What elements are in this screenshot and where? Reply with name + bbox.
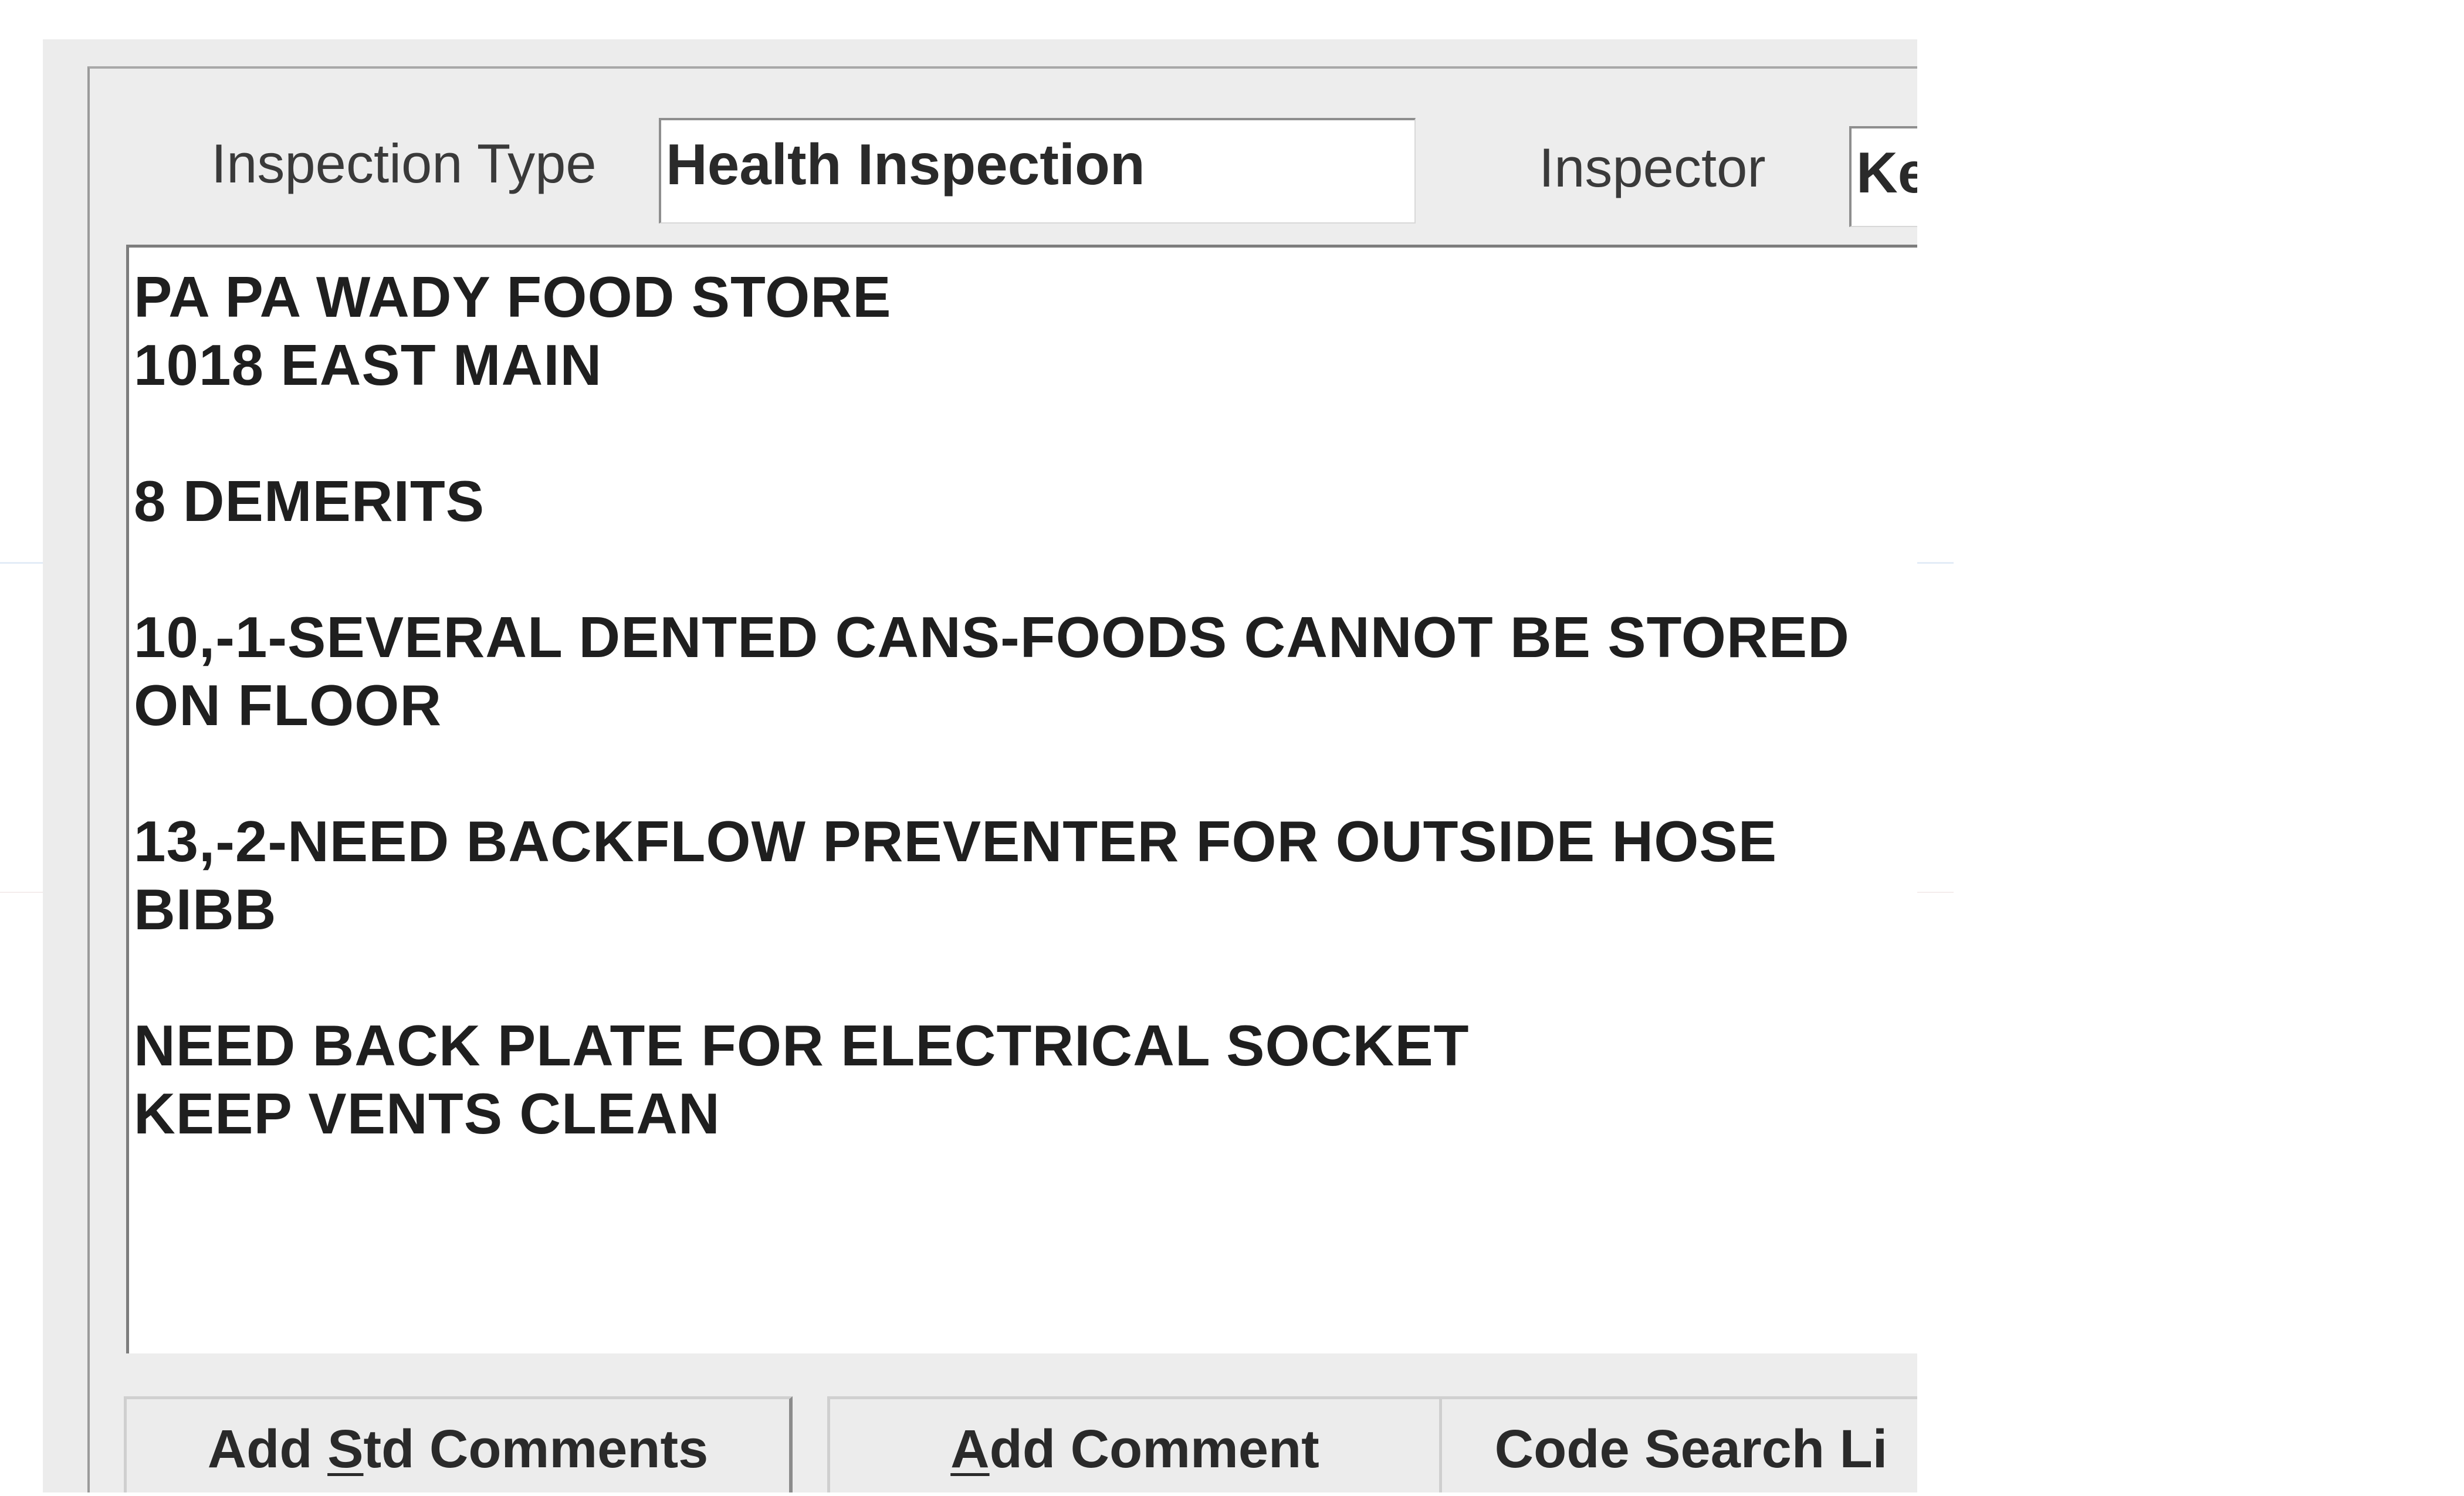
inspector-field[interactable]: Ke	[1849, 126, 1917, 227]
comment-line: NEED BACK PLATE FOR ELECTRICAL SOCKET	[134, 1013, 1470, 1078]
comment-line: BIBB	[134, 877, 277, 942]
comment-line: 10,-1-SEVERAL DENTED CANS-FOODS CANNOT B…	[134, 605, 1850, 669]
comment-line: 8 DEMERITS	[134, 469, 485, 533]
inspection-dialog: Inspection Type Health Inspection Inspec…	[43, 39, 1917, 1492]
comment-line: 13,-2-NEED BACKFLOW PREVENTER FOR OUTSID…	[134, 809, 1778, 874]
button-mnemonic: A	[950, 1419, 990, 1479]
button-label: Code Search Li	[1494, 1419, 1888, 1479]
button-mnemonic: S	[327, 1419, 364, 1479]
inspection-type-field[interactable]: Health Inspection	[659, 118, 1416, 224]
button-label-part: td Comments	[363, 1419, 709, 1479]
inspection-type-label: Inspection Type	[211, 133, 597, 194]
comment-line: PA PA WADY FOOD STORE	[134, 265, 892, 329]
button-label-part: Add	[207, 1419, 328, 1479]
comment-line: 1018 EAST MAIN	[134, 333, 603, 397]
comment-line: ON FLOOR	[134, 673, 442, 737]
comment-line: KEEP VENTS CLEAN	[134, 1081, 720, 1146]
comments-textarea[interactable]: PA PA WADY FOOD STORE 1018 EAST MAIN 8 D…	[126, 245, 1917, 1353]
add-std-comments-button[interactable]: Add Std Comments	[124, 1396, 793, 1492]
button-label-part: dd Comment	[989, 1419, 1319, 1479]
code-search-button[interactable]: Code Search Li	[1439, 1396, 1917, 1492]
inspector-label: Inspector	[1539, 137, 1766, 198]
add-comment-button[interactable]: Add Comment	[827, 1396, 1443, 1492]
